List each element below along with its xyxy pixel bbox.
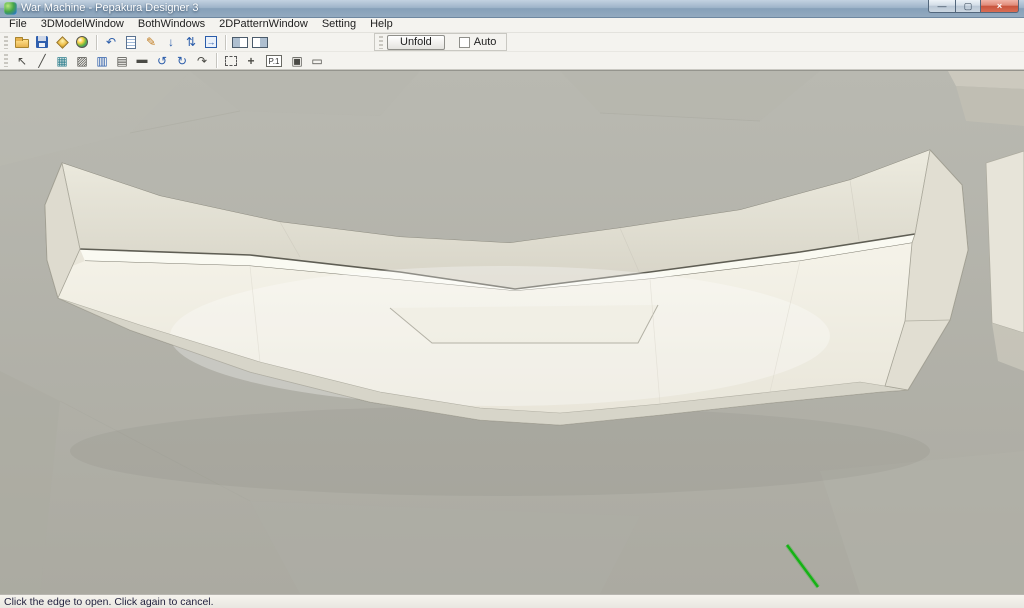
select-arrow-icon: ↖	[16, 53, 28, 68]
show-mesh-button[interactable]: ▦	[53, 53, 71, 68]
unfold-button[interactable]: Unfold	[387, 34, 445, 50]
close-icon: ×	[996, 1, 1003, 11]
edit-mode-button[interactable]: ✎	[142, 34, 160, 51]
rotate-left-button[interactable]: ↺	[153, 53, 171, 68]
minimize-icon: —	[937, 1, 947, 11]
up-down-arrows-icon: ⇅	[185, 35, 197, 50]
export-box-icon: →	[205, 36, 217, 49]
window-layout-2d-icon	[252, 36, 268, 48]
undo-icon: ↶	[105, 35, 117, 50]
arrange-parts-button[interactable]: ▣	[288, 53, 306, 68]
3d-model-canvas[interactable]	[0, 71, 1024, 595]
menu-file[interactable]: File	[2, 17, 34, 32]
toolbar-grip[interactable]	[4, 35, 8, 49]
page-number-button[interactable]: P.1	[262, 53, 286, 68]
rotate-left-icon: ↺	[156, 53, 168, 68]
page-number-icon: P.1	[265, 54, 283, 67]
menu-bar: File 3DModelWindow BothWindows 2DPattern…	[0, 17, 1024, 33]
print-setup-button[interactable]: ▭	[308, 53, 326, 68]
import-button[interactable]: ↓	[162, 34, 180, 51]
menu-2d-pattern-window[interactable]: 2DPatternWindow	[212, 17, 315, 32]
toolbar-grip[interactable]	[379, 35, 383, 49]
unfold-toolbar-island: Unfold Auto	[374, 33, 508, 52]
auto-unfold-label: Auto	[473, 36, 497, 49]
show-texture-button[interactable]: ▤	[113, 53, 131, 68]
select-area-button[interactable]	[222, 53, 240, 68]
window-layout-3d-icon	[232, 36, 248, 48]
status-message: Click the edge to open. Click again to c…	[4, 595, 214, 608]
edit-toolbar: ↖ ╱ ▦ ▨ ▥ ▤ ▬ ↺ ↻ ↷ + P.1 ▣ ▭	[0, 52, 1024, 71]
flap-icon: ▥	[96, 53, 108, 68]
texture-setting-icon[interactable]	[53, 34, 71, 51]
paper-icon: ▭	[311, 53, 323, 68]
toolbar-grip[interactable]	[4, 54, 8, 68]
divide-line-icon: ╱	[38, 53, 46, 68]
export-button[interactable]: →	[202, 34, 220, 51]
title-bar: War Machine - Pepakura Designer 3 — ▢ ×	[0, 0, 1024, 18]
grid-icon: ▦	[56, 53, 68, 68]
3d-viewport[interactable]	[0, 70, 1024, 595]
pepakura-app-icon	[4, 1, 17, 15]
sync-views-button[interactable]: ⇅	[182, 34, 200, 51]
curved-arrow-icon: ↷	[196, 53, 208, 68]
rotate-right-button[interactable]: ↻	[173, 53, 191, 68]
menu-both-windows[interactable]: BothWindows	[131, 17, 212, 32]
move-part-button[interactable]: +	[242, 53, 260, 68]
texture-face-icon: ▤	[116, 53, 128, 68]
sphere-icon	[76, 36, 88, 49]
show-3d-window-button[interactable]	[231, 34, 249, 51]
floppy-icon	[36, 36, 48, 49]
spec-sheet-button[interactable]	[122, 34, 140, 51]
open-file-icon[interactable]	[13, 34, 31, 51]
material-ball-icon[interactable]	[73, 34, 91, 51]
maximize-button[interactable]: ▢	[955, 0, 981, 13]
auto-unfold-checkbox[interactable]	[458, 36, 470, 48]
toolbar-separator	[96, 34, 97, 50]
status-bar: Click the edge to open. Click again to c…	[0, 594, 1024, 608]
save-file-icon[interactable]	[33, 34, 51, 51]
export-arrow-icon: →	[206, 37, 216, 48]
window-title: War Machine - Pepakura Designer 3	[21, 2, 199, 15]
arrow-down-icon: ↓	[168, 35, 174, 50]
sheet-lines-icon	[126, 35, 136, 49]
menu-setting[interactable]: Setting	[315, 17, 363, 32]
erase-bar-icon: ▬	[136, 54, 148, 67]
toolbar-separator	[216, 53, 217, 69]
dashed-box-icon	[225, 55, 237, 66]
pencil-icon: ✎	[145, 35, 157, 50]
rotate-right-icon: ↻	[176, 53, 188, 68]
divide-edge-button[interactable]: ╱	[33, 53, 51, 68]
close-button[interactable]: ×	[981, 0, 1019, 13]
main-toolbar: ↶ ✎ ↓ ⇅ → Unfold Auto	[0, 32, 1024, 53]
shading-button[interactable]: ▨	[73, 53, 91, 68]
minimize-button[interactable]: —	[928, 0, 955, 13]
shade-icon: ▨	[76, 53, 88, 68]
arrange-icon: ▣	[291, 53, 303, 68]
select-tool-button[interactable]: ↖	[13, 53, 31, 68]
remove-edge-button[interactable]: ▬	[133, 53, 151, 68]
window-controls: — ▢ ×	[928, 0, 1019, 13]
folder-icon	[15, 37, 29, 49]
show-2d-window-button[interactable]	[251, 34, 269, 51]
app-window: War Machine - Pepakura Designer 3 — ▢ × …	[0, 0, 1024, 608]
show-flaps-button[interactable]: ▥	[93, 53, 111, 68]
reroll-edge-button[interactable]: ↷	[193, 53, 211, 68]
maximize-icon: ▢	[963, 0, 973, 11]
gem-icon	[55, 35, 69, 49]
menu-3d-model-window[interactable]: 3DModelWindow	[34, 17, 131, 32]
menu-help[interactable]: Help	[363, 17, 400, 32]
toolbar-separator	[225, 34, 226, 50]
undo-button[interactable]: ↶	[102, 34, 120, 51]
crosshair-icon: +	[247, 53, 255, 68]
